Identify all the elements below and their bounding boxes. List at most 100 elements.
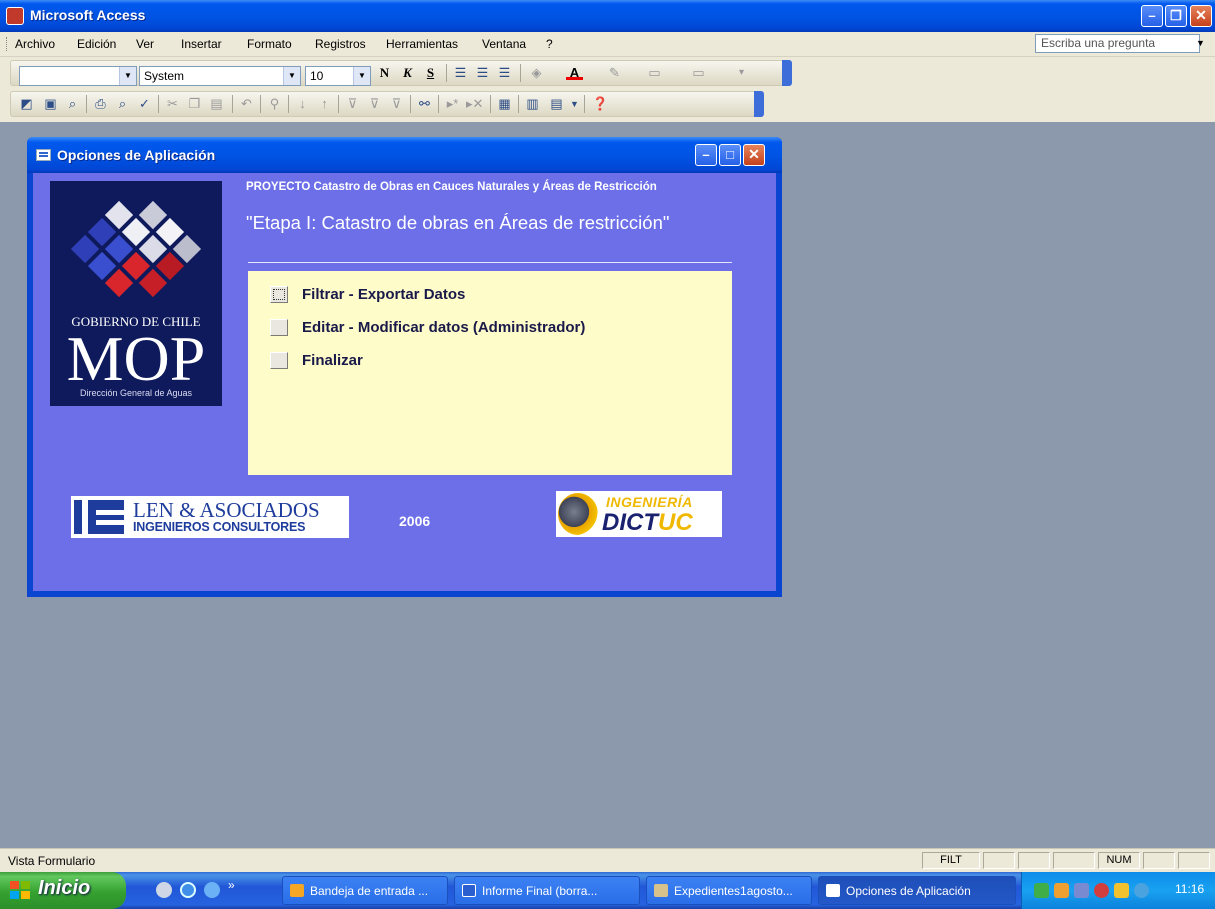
minimize-button[interactable]: – xyxy=(1141,5,1163,27)
status-panel xyxy=(1178,852,1210,869)
underline-button[interactable]: S xyxy=(422,65,439,81)
chevron-down-icon[interactable]: ▼ xyxy=(283,67,300,85)
menu-edicion[interactable]: Edición xyxy=(77,37,116,51)
sort-ascending-icon[interactable]: ↓ xyxy=(294,96,311,112)
print-icon[interactable]: ⎙ xyxy=(92,96,109,112)
show-desktop-icon[interactable] xyxy=(156,882,172,898)
new-object-icon[interactable]: ▤ xyxy=(548,96,565,112)
search-file-icon[interactable]: ⌕ xyxy=(64,96,81,112)
form-icon[interactable] xyxy=(36,149,51,161)
align-left-icon[interactable]: ☰ xyxy=(452,65,469,81)
tray-sound-icon[interactable] xyxy=(1074,883,1089,898)
restore-button[interactable]: ❐ xyxy=(1165,5,1187,27)
ask-dropdown-arrow-icon[interactable]: ▼ xyxy=(1196,38,1205,48)
spelling-icon[interactable]: ✓ xyxy=(136,96,153,112)
properties-icon[interactable]: ▦ xyxy=(496,96,513,112)
chevron-down-icon[interactable]: ▼ xyxy=(566,96,583,112)
taskbar-item-label: Opciones de Aplicación xyxy=(846,884,971,898)
menu-bar: Archivo Edición Ver Insertar Formato Reg… xyxy=(0,32,1215,57)
taskbar-item-label: Expedientes1agosto... xyxy=(674,884,793,898)
menu-herramientas[interactable]: Herramientas xyxy=(386,37,458,51)
taskbar-item-expedientes[interactable]: Expedientes1agosto... xyxy=(646,876,812,905)
form-close-button[interactable]: ✕ xyxy=(743,144,765,166)
browser-icon[interactable] xyxy=(180,882,196,898)
menubar-grip[interactable] xyxy=(6,37,10,51)
new-record-icon[interactable]: ▸* xyxy=(444,96,461,112)
font-name-combo[interactable]: System ▼ xyxy=(139,66,301,86)
toolbar-options-icon[interactable] xyxy=(754,91,764,117)
database-icon xyxy=(654,884,668,897)
divider-line xyxy=(248,262,732,263)
border-width-icon[interactable]: ▭ xyxy=(646,65,663,81)
bold-button[interactable]: N xyxy=(376,65,393,81)
year-label: 2006 xyxy=(399,513,431,529)
filter-by-selection-icon[interactable]: ⊽ xyxy=(344,96,361,112)
menu-archivo[interactable]: Archivo xyxy=(15,37,55,51)
toolbar-separator xyxy=(410,95,411,113)
form-minimize-button[interactable]: – xyxy=(695,144,717,166)
paste-icon[interactable]: ▤ xyxy=(208,96,225,112)
menu-ventana[interactable]: Ventana xyxy=(482,37,526,51)
menu-registros[interactable]: Registros xyxy=(315,37,366,51)
start-button[interactable]: Inicio xyxy=(0,872,126,909)
quicklaunch-more-icon[interactable]: » xyxy=(228,878,235,892)
taskbar-item-informe[interactable]: Informe Final (borra... xyxy=(454,876,640,905)
option-label: Finalizar xyxy=(302,352,363,369)
align-right-icon[interactable]: ☰ xyxy=(496,65,513,81)
len-asociados-logo: LEN & ASOCIADOS INGENIEROS CONSULTORES xyxy=(71,496,349,538)
app-titlebar: Microsoft Access – ❐ ✕ xyxy=(0,0,1215,32)
taskbar-item-bandeja[interactable]: Bandeja de entrada ... xyxy=(282,876,448,905)
help-icon[interactable]: ❓ xyxy=(592,96,609,112)
menu-help[interactable]: ? xyxy=(546,37,553,51)
italic-button[interactable]: K xyxy=(399,65,416,81)
apply-filter-icon[interactable]: ⊽ xyxy=(388,96,405,112)
save-icon[interactable]: ▣ xyxy=(42,96,59,112)
print-preview-icon[interactable]: ⌕ xyxy=(114,96,131,112)
option-button[interactable] xyxy=(270,319,288,336)
special-effect-icon[interactable]: ▭ xyxy=(690,65,707,81)
toolbar-separator xyxy=(158,95,159,113)
taskbar-item-opciones[interactable]: Opciones de Aplicación xyxy=(818,876,1016,905)
form-titlebar[interactable]: Opciones de Aplicación – □ ✕ xyxy=(27,137,782,173)
font-size-combo[interactable]: 10 ▼ xyxy=(305,66,371,86)
delete-record-icon[interactable]: ▸✕ xyxy=(466,96,483,112)
object-combo[interactable]: ▼ xyxy=(19,66,137,86)
dictuc-logo: INGENIERÍA DICTUC xyxy=(556,491,722,537)
close-button[interactable]: ✕ xyxy=(1190,5,1212,27)
tray-bolt-icon[interactable] xyxy=(1114,883,1129,898)
internet-explorer-icon[interactable] xyxy=(204,882,220,898)
chevron-down-icon[interactable]: ▼ xyxy=(353,67,370,85)
ask-question-box[interactable]: Escriba una pregunta xyxy=(1035,34,1200,53)
tray-network-icon[interactable] xyxy=(1034,883,1049,898)
align-center-icon[interactable]: ☰ xyxy=(474,65,491,81)
copy-icon[interactable]: ❐ xyxy=(186,96,203,112)
tray-clock-icon[interactable] xyxy=(1054,883,1069,898)
find-icon[interactable]: ⚯ xyxy=(416,96,433,112)
hyperlink-icon[interactable]: ⚲ xyxy=(266,96,283,112)
option-button[interactable] xyxy=(270,286,288,303)
chevron-down-icon[interactable]: ▼ xyxy=(119,67,136,85)
filter-by-form-icon[interactable]: ⊽ xyxy=(366,96,383,112)
menu-formato[interactable]: Formato xyxy=(247,37,292,51)
menu-insertar[interactable]: Insertar xyxy=(181,37,222,51)
mop-logo: GOBIERNO DE CHILE MOP Dirección General … xyxy=(50,181,222,406)
font-name-value: System xyxy=(144,69,185,83)
option-button[interactable] xyxy=(270,352,288,369)
line-style-icon[interactable]: ▾ xyxy=(733,65,750,81)
view-icon[interactable]: ◩ xyxy=(18,96,35,112)
cut-icon[interactable]: ✂ xyxy=(164,96,181,112)
undo-icon[interactable]: ↶ xyxy=(238,96,255,112)
toolbar-separator xyxy=(260,95,261,113)
access-app-icon[interactable] xyxy=(6,7,24,25)
menu-ver[interactable]: Ver xyxy=(136,37,154,51)
line-color-icon[interactable]: ✎ xyxy=(606,65,623,81)
form-maximize-button[interactable]: □ xyxy=(719,144,741,166)
fill-color-icon[interactable]: ◈ xyxy=(528,65,545,81)
sort-descending-icon[interactable]: ↑ xyxy=(316,96,333,112)
font-color-icon[interactable]: A xyxy=(566,65,583,80)
database-window-icon[interactable]: ▥ xyxy=(524,96,541,112)
tray-search-icon[interactable] xyxy=(1134,883,1149,898)
tray-security-icon[interactable] xyxy=(1094,883,1109,898)
toolbar-options-icon[interactable] xyxy=(782,60,792,86)
toolbar-separator xyxy=(338,95,339,113)
